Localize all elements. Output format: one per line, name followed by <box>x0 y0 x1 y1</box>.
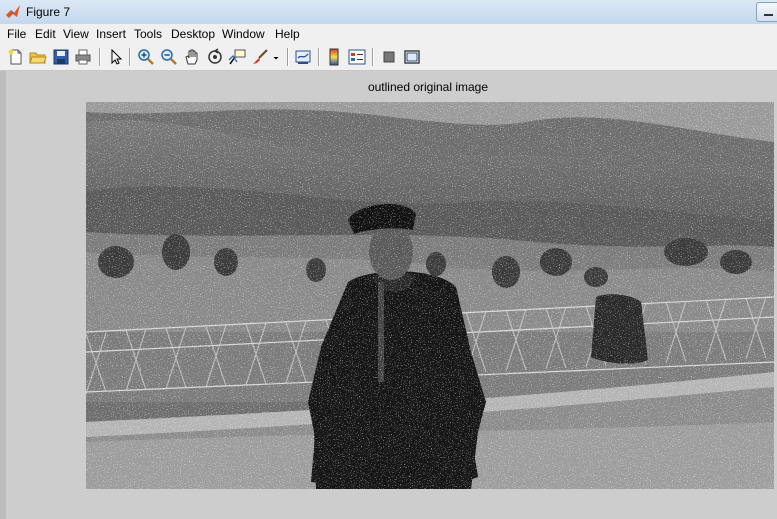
insert-legend-icon[interactable] <box>347 47 367 67</box>
show-plot-tools-icon[interactable] <box>402 47 422 67</box>
zoom-out-icon[interactable] <box>159 47 179 67</box>
menu-edit[interactable]: Edit <box>35 27 56 41</box>
toolbar-separator <box>372 48 374 66</box>
window-title: Figure 7 <box>26 5 71 19</box>
zoom-in-icon[interactable] <box>136 47 156 67</box>
outlined-grayscale-photo <box>86 102 774 489</box>
toolbar-separator <box>287 48 289 66</box>
print-icon[interactable] <box>73 47 93 67</box>
menu-bar: File Edit View Insert Tools Desktop Wind… <box>0 24 777 43</box>
menu-file[interactable]: File <box>7 27 26 41</box>
save-icon[interactable] <box>51 47 71 67</box>
brush-icon[interactable] <box>250 47 270 67</box>
menu-desktop[interactable]: Desktop <box>171 27 215 41</box>
menu-view[interactable]: View <box>63 27 89 41</box>
open-file-icon[interactable] <box>28 47 48 67</box>
menu-window[interactable]: Window <box>222 27 265 41</box>
hide-plot-tools-icon[interactable] <box>379 47 399 67</box>
figure-left-edge <box>0 71 6 519</box>
edit-plot-arrow-icon[interactable] <box>106 47 126 67</box>
menu-help[interactable]: Help <box>275 27 300 41</box>
axes-title: outlined original image <box>367 80 489 94</box>
brush-dropdown-icon[interactable] <box>270 47 282 67</box>
rotate-3d-icon[interactable] <box>205 47 225 67</box>
insert-colorbar-icon[interactable] <box>324 47 344 67</box>
minimize-button[interactable] <box>756 2 777 22</box>
menu-tools[interactable]: Tools <box>134 27 162 41</box>
toolbar-separator <box>99 48 101 66</box>
toolbar-separator <box>129 48 131 66</box>
figure-toolbar <box>0 43 777 71</box>
window-titlebar[interactable]: Figure 7 <box>0 0 777 25</box>
menu-insert[interactable]: Insert <box>96 27 126 41</box>
toolbar-separator <box>318 48 320 66</box>
data-cursor-icon[interactable] <box>227 47 247 67</box>
link-plot-icon[interactable] <box>293 47 313 67</box>
new-figure-icon[interactable] <box>6 47 26 67</box>
matlab-logo-icon <box>6 5 20 18</box>
pan-hand-icon[interactable] <box>182 47 202 67</box>
